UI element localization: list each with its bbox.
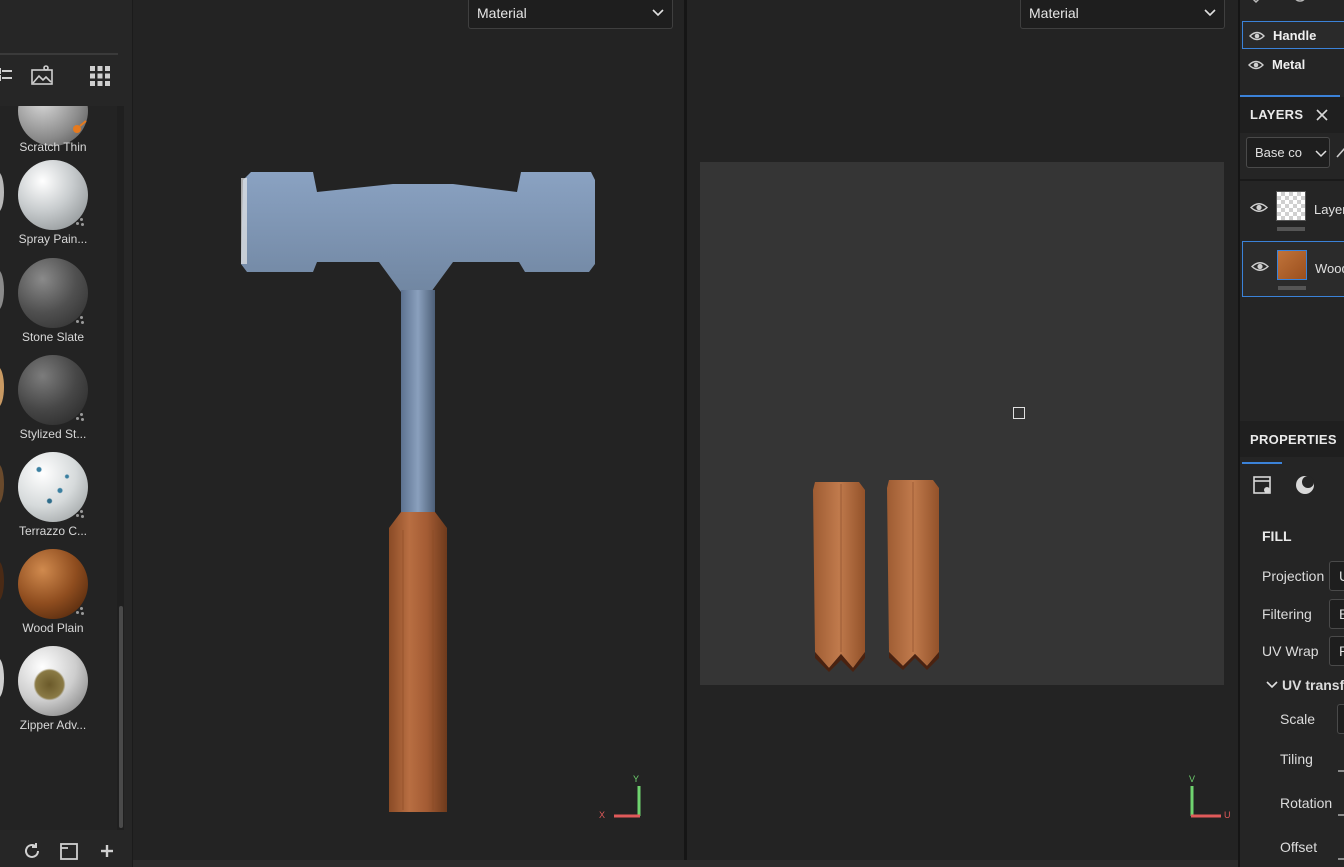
viewport-2d[interactable]: Material V U bbox=[687, 0, 1238, 860]
viewport-2d-mode-select[interactable]: Material bbox=[1020, 0, 1225, 29]
material-tab-icon[interactable] bbox=[1294, 474, 1316, 496]
brush-icon bbox=[73, 120, 87, 133]
material-item[interactable]: Wood Plain bbox=[0, 547, 112, 644]
options-icon bbox=[76, 607, 84, 615]
material-name: Scratch Thin bbox=[19, 140, 87, 154]
material-name: Stone Slate bbox=[21, 330, 85, 344]
offset-slider[interactable] bbox=[1338, 858, 1344, 860]
eye-icon[interactable] bbox=[1251, 260, 1269, 273]
fill-section-title: FILL bbox=[1262, 528, 1292, 544]
material-list: Scratch Thin Spray Pain... Stone Slate S… bbox=[0, 106, 124, 830]
material-item[interactable]: Stone Slate bbox=[0, 256, 112, 353]
layers-header: LAYERS bbox=[1240, 97, 1344, 133]
chevron-down-icon bbox=[1315, 150, 1327, 158]
material-name: Zipper Adv... bbox=[19, 718, 87, 732]
material-name: Spray Pain... bbox=[18, 232, 88, 246]
material-item[interactable]: Zipper Adv... bbox=[0, 644, 112, 741]
projection-value: U bbox=[1339, 568, 1344, 584]
properties-title: PROPERTIES bbox=[1250, 432, 1337, 447]
layer-name: Wood bbox=[1315, 261, 1344, 276]
material-item[interactable]: Spray Pain... bbox=[0, 158, 112, 255]
texture-set-handle[interactable]: Handle bbox=[1242, 21, 1344, 49]
texture-set-name: Metal bbox=[1272, 57, 1306, 72]
shelf-divider bbox=[0, 53, 118, 55]
rotation-slider[interactable] bbox=[1338, 814, 1344, 816]
refresh-icon[interactable] bbox=[22, 841, 42, 861]
uv-wrap-label: UV Wrap bbox=[1262, 643, 1319, 659]
filtering-label: Filtering bbox=[1262, 606, 1312, 622]
environment-image-icon[interactable] bbox=[30, 64, 54, 88]
options-icon bbox=[76, 218, 84, 226]
tiling-slider[interactable] bbox=[1338, 770, 1344, 772]
material-item[interactable]: Stylized St... bbox=[0, 353, 112, 450]
uv-wrap-select[interactable]: R bbox=[1329, 636, 1344, 666]
projection-select[interactable]: U bbox=[1329, 561, 1344, 591]
properties-header: PROPERTIES bbox=[1240, 421, 1344, 457]
layer-thumbnail bbox=[1277, 250, 1307, 280]
layer-item-wood[interactable]: Wood bbox=[1242, 241, 1344, 297]
pencil-icon[interactable] bbox=[1336, 146, 1344, 158]
eye-icon[interactable] bbox=[1250, 201, 1268, 214]
projection-label: Projection bbox=[1262, 568, 1325, 584]
eye-icon[interactable] bbox=[1248, 59, 1264, 71]
layer-item-layer[interactable]: Layer bbox=[1242, 183, 1344, 239]
viewport-3d[interactable]: Material Y X bbox=[133, 0, 684, 860]
uv-cursor-marker bbox=[1013, 407, 1025, 419]
offset-label: Offset bbox=[1280, 839, 1318, 855]
uv-islands bbox=[813, 480, 939, 672]
texture-set-name: Handle bbox=[1273, 28, 1317, 43]
uv-wrap-value: R bbox=[1339, 643, 1344, 659]
layer-thumbnail bbox=[1276, 191, 1306, 221]
hammer-model bbox=[241, 172, 595, 812]
fill-properties-tab-icon[interactable] bbox=[1252, 474, 1274, 496]
axis-u-label: U bbox=[1224, 810, 1231, 820]
layer-channel-label: Base co bbox=[1255, 145, 1302, 160]
add-icon[interactable] bbox=[97, 841, 117, 861]
filtering-select[interactable]: B bbox=[1329, 599, 1344, 629]
right-panel: Handle Metal LAYERS Base co Layer Wood P… bbox=[1238, 0, 1344, 867]
shelf-toolbar bbox=[0, 58, 132, 94]
options-icon bbox=[76, 413, 84, 421]
tiling-label: Tiling bbox=[1280, 751, 1313, 767]
shelf-panel: Scratch Thin Spray Pain... Stone Slate S… bbox=[0, 0, 132, 867]
material-name: Terrazzo C... bbox=[18, 524, 87, 538]
new-folder-icon[interactable] bbox=[59, 841, 79, 861]
properties-tab-indicator bbox=[1242, 462, 1282, 464]
axis-v-label: V bbox=[1189, 774, 1196, 784]
layers-tab-indicator bbox=[1240, 95, 1340, 97]
material-name: Stylized St... bbox=[19, 427, 87, 441]
rotation-label: Rotation bbox=[1280, 795, 1333, 811]
material-item[interactable]: Terrazzo C... bbox=[0, 450, 112, 547]
chevron-down-icon[interactable] bbox=[1266, 680, 1278, 690]
scale-field[interactable] bbox=[1337, 704, 1344, 734]
axis-y-label: Y bbox=[633, 774, 640, 784]
axis-x-label: X bbox=[599, 810, 606, 820]
filtering-value: B bbox=[1339, 606, 1344, 622]
status-bar bbox=[133, 860, 1238, 867]
layer-channel-select[interactable]: Base co bbox=[1246, 137, 1330, 168]
scale-label: Scale bbox=[1280, 711, 1316, 727]
viewport-2d-mode-label: Material bbox=[1029, 5, 1079, 21]
grid-view-icon[interactable] bbox=[88, 64, 112, 88]
uv-sheet bbox=[700, 162, 1224, 685]
chevron-down-icon bbox=[1204, 9, 1216, 17]
layers-title: LAYERS bbox=[1250, 107, 1304, 122]
texture-set-toolbar-icons[interactable] bbox=[1250, 0, 1310, 8]
layer-name: Layer bbox=[1314, 202, 1344, 217]
material-thumbnail bbox=[18, 646, 88, 716]
filter-icon[interactable] bbox=[0, 64, 18, 88]
texture-set-metal[interactable]: Metal bbox=[1242, 51, 1344, 79]
eye-icon[interactable] bbox=[1249, 30, 1265, 42]
shelf-scrollbar-thumb[interactable] bbox=[119, 606, 123, 828]
shelf-bottom-bar bbox=[0, 833, 132, 867]
options-icon bbox=[76, 316, 84, 324]
material-name: Wood Plain bbox=[22, 621, 84, 635]
uv-transform-label[interactable]: UV transf bbox=[1282, 677, 1344, 693]
close-icon[interactable] bbox=[1316, 109, 1328, 121]
options-icon bbox=[76, 510, 84, 518]
